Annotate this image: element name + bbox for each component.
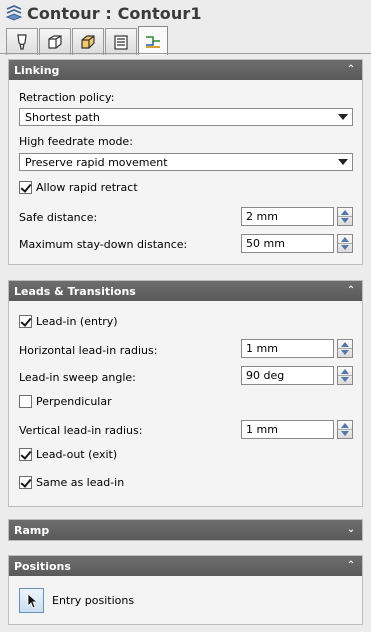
allow-rapid-retract-label: Allow rapid retract — [36, 181, 138, 194]
tool-icon — [17, 34, 27, 50]
linking-header-label: Linking — [14, 63, 60, 77]
allow-rapid-retract-row[interactable]: Allow rapid retract — [19, 181, 138, 194]
lead-out-row[interactable]: Lead-out (exit) — [19, 448, 117, 461]
safe-distance-input[interactable]: 2 mm — [241, 207, 334, 226]
ramp-panel: Ramp ⌄ — [8, 519, 363, 541]
title-bar: Contour : Contour1 — [0, 0, 371, 26]
leads-panel: Leads & Transitions ⌃ Lead-in (entry) Ho… — [8, 280, 363, 507]
positions-header-label: Positions — [14, 559, 71, 573]
entry-positions-button[interactable] — [19, 588, 44, 613]
sweep-angle-input[interactable]: 90 deg — [241, 366, 334, 385]
entry-positions-label: Entry positions — [52, 594, 135, 607]
lead-in-label: Lead-in (entry) — [36, 315, 118, 328]
sweep-angle-stepper[interactable] — [337, 366, 353, 385]
horizontal-radius-stepper[interactable] — [337, 339, 353, 358]
safe-distance-value: 2 mm — [246, 210, 278, 223]
max-stay-down-value: 50 mm — [246, 237, 285, 250]
sweep-angle-spinner: 90 deg — [241, 366, 353, 385]
stock-box-icon — [48, 35, 62, 49]
positions-panel: Positions ⌃ Entry positions — [8, 555, 363, 625]
max-stay-down-spinner: 50 mm — [241, 234, 353, 253]
vertical-radius-label: Vertical lead-in radius: — [19, 424, 143, 437]
spin-down-icon[interactable] — [341, 377, 349, 382]
safe-distance-spinner: 2 mm — [241, 207, 353, 226]
vertical-radius-spinner: 1 mm — [241, 420, 353, 439]
retraction-policy-value: Shortest path — [25, 110, 100, 124]
spin-up-icon[interactable] — [341, 342, 349, 347]
pointer-arrow-icon — [27, 592, 38, 609]
lead-out-label: Lead-out (exit) — [36, 448, 118, 461]
horizontal-radius-spinner: 1 mm — [241, 339, 353, 358]
tab-strip — [6, 26, 169, 55]
same-as-lead-in-row[interactable]: Same as lead-in — [19, 476, 124, 489]
tab-tool[interactable] — [6, 28, 38, 55]
collapse-up-icon[interactable]: ⌃ — [345, 560, 357, 572]
retraction-policy-label: Retraction policy: — [19, 91, 115, 104]
spin-up-icon[interactable] — [341, 210, 349, 215]
tab-linking[interactable] — [138, 26, 168, 55]
high-feedrate-select[interactable]: Preserve rapid movement — [19, 153, 353, 171]
linking-icon — [146, 36, 160, 48]
linking-panel: Linking ⌃ Retraction policy: Shortest pa… — [8, 59, 363, 265]
collapse-up-icon[interactable]: ⌃ — [345, 285, 357, 297]
horizontal-radius-label: Horizontal lead-in radius: — [19, 344, 158, 357]
perpendicular-row[interactable]: Perpendicular — [19, 395, 112, 408]
box-outline-icon — [81, 35, 95, 49]
positions-header[interactable]: Positions ⌃ — [9, 556, 362, 576]
ramp-header[interactable]: Ramp ⌄ — [9, 520, 362, 540]
perpendicular-checkbox[interactable] — [19, 395, 32, 408]
spin-up-icon[interactable] — [341, 369, 349, 374]
high-feedrate-value: Preserve rapid movement — [25, 155, 168, 169]
page-title: Contour : Contour1 — [27, 3, 202, 23]
sweep-angle-value: 90 deg — [246, 369, 285, 382]
perpendicular-label: Perpendicular — [36, 395, 112, 408]
vertical-radius-stepper[interactable] — [337, 420, 353, 439]
spin-down-icon[interactable] — [341, 245, 349, 250]
linking-header[interactable]: Linking ⌃ — [9, 60, 362, 80]
dropdown-arrow-icon — [338, 159, 348, 165]
horizontal-radius-input[interactable]: 1 mm — [241, 339, 334, 358]
same-as-lead-in-label: Same as lead-in — [36, 476, 125, 489]
tab-geometry[interactable] — [39, 28, 71, 55]
contour-operation-icon — [5, 5, 23, 21]
max-stay-down-label: Maximum stay-down distance: — [19, 238, 188, 251]
leads-header[interactable]: Leads & Transitions ⌃ — [9, 281, 362, 301]
spin-down-icon[interactable] — [341, 218, 349, 223]
sweep-angle-label: Lead-in sweep angle: — [19, 371, 136, 384]
passes-icon — [114, 35, 128, 50]
tab-divider — [0, 53, 371, 54]
same-as-lead-in-checkbox[interactable] — [19, 476, 32, 489]
safe-distance-label: Safe distance: — [19, 211, 98, 224]
high-feedrate-label: High feedrate mode: — [19, 135, 133, 148]
safe-distance-stepper[interactable] — [337, 207, 353, 226]
spin-up-icon[interactable] — [341, 423, 349, 428]
vertical-radius-value: 1 mm — [246, 423, 278, 436]
dropdown-arrow-icon — [338, 114, 348, 120]
max-stay-down-stepper[interactable] — [337, 234, 353, 253]
lead-in-row[interactable]: Lead-in (entry) — [19, 315, 118, 328]
tab-passes[interactable] — [105, 28, 137, 55]
collapse-up-icon[interactable]: ⌃ — [345, 64, 357, 76]
spin-down-icon[interactable] — [341, 350, 349, 355]
lead-in-checkbox[interactable] — [19, 315, 32, 328]
spin-up-icon[interactable] — [341, 237, 349, 242]
spin-down-icon[interactable] — [341, 431, 349, 436]
allow-rapid-retract-checkbox[interactable] — [19, 181, 32, 194]
expand-down-icon[interactable]: ⌄ — [345, 524, 357, 536]
retraction-policy-select[interactable]: Shortest path — [19, 108, 353, 126]
vertical-radius-input[interactable]: 1 mm — [241, 420, 334, 439]
lead-out-checkbox[interactable] — [19, 448, 32, 461]
tab-heights[interactable] — [72, 28, 104, 55]
horizontal-radius-value: 1 mm — [246, 342, 278, 355]
max-stay-down-input[interactable]: 50 mm — [241, 234, 334, 253]
ramp-header-label: Ramp — [14, 523, 50, 537]
leads-header-label: Leads & Transitions — [14, 284, 136, 298]
